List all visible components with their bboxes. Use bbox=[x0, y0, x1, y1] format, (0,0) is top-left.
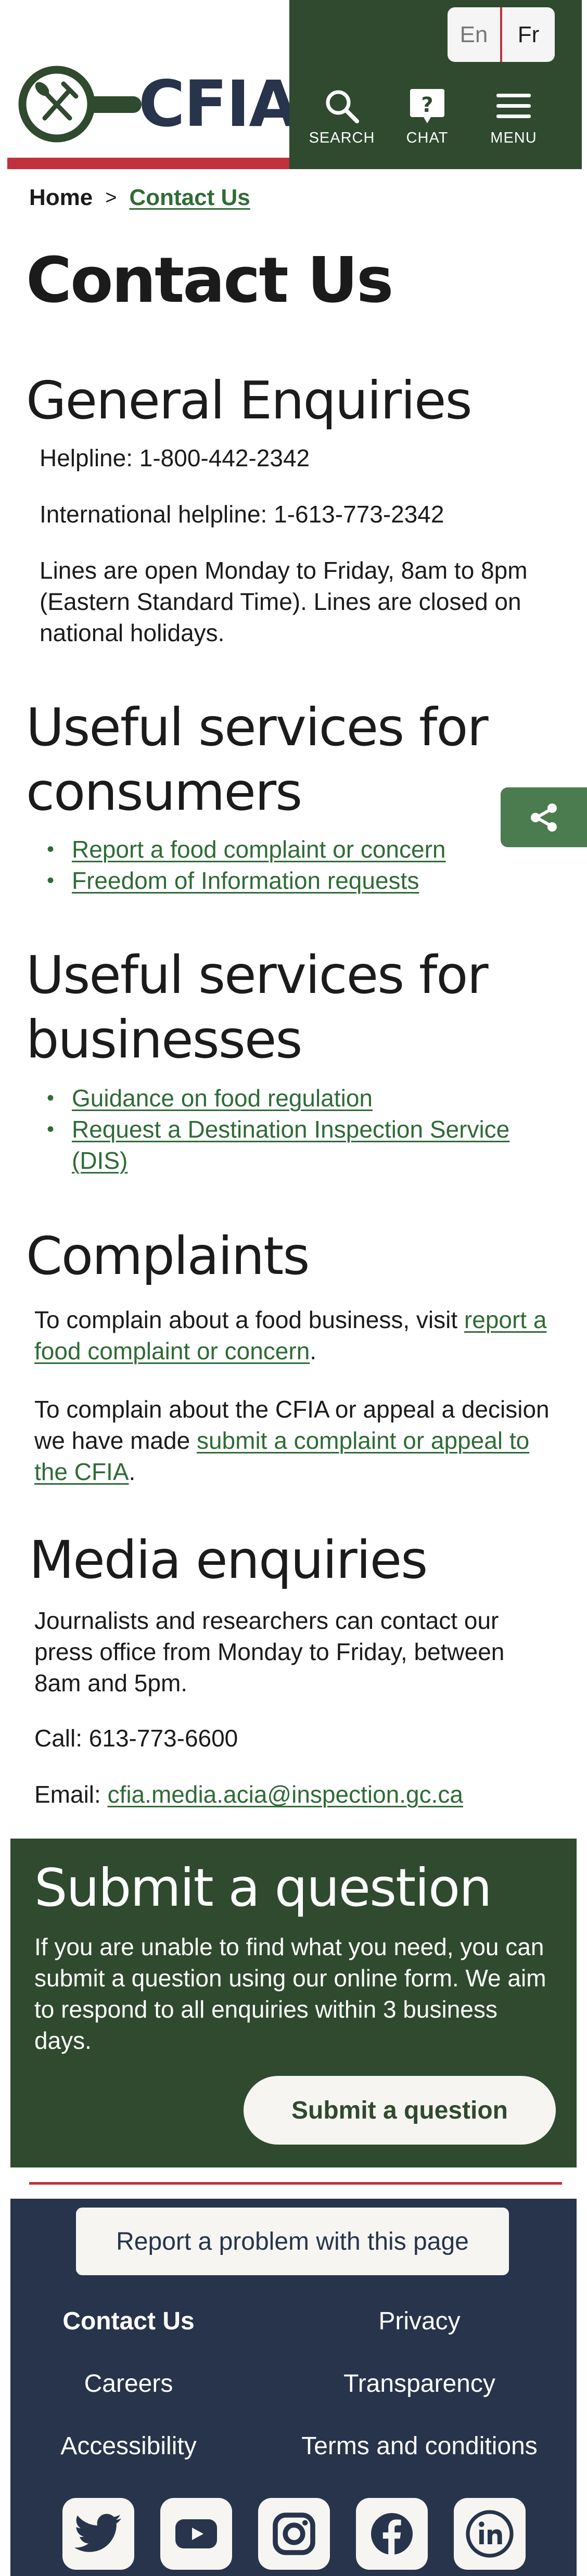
guidance-food-regulation-link[interactable]: Guidance on food regulation bbox=[72, 1085, 373, 1112]
complaints-end-1: . bbox=[310, 1337, 317, 1364]
list-item: Request a Destination Inspection Service… bbox=[26, 1114, 546, 1176]
twitter-icon bbox=[74, 2514, 121, 2552]
youtube-link[interactable] bbox=[160, 2498, 232, 2570]
complaints-food-business-text: To complain about a food business, visit… bbox=[34, 1304, 555, 1367]
chat-button[interactable]: ? CHAT bbox=[388, 86, 466, 147]
menu-label: MENU bbox=[490, 130, 537, 146]
facebook-link[interactable] bbox=[356, 2498, 428, 2570]
chat-question-icon: ? bbox=[388, 86, 466, 126]
media-email-text: Email: cfia.media.acia@inspection.gc.ca bbox=[34, 1779, 463, 1810]
menu-button[interactable]: MENU bbox=[475, 86, 553, 147]
header-logo-area: CFIA bbox=[0, 0, 298, 158]
footer-link-careers[interactable]: Careers bbox=[10, 2369, 247, 2398]
twitter-link[interactable] bbox=[62, 2498, 134, 2570]
breadcrumb: Home > Contact Us bbox=[29, 185, 250, 211]
report-food-complaint-link[interactable]: Report a food complaint or concern bbox=[72, 836, 446, 863]
media-email-link[interactable]: cfia.media.acia@inspection.gc.ca bbox=[108, 1781, 463, 1808]
hours-text: Lines are open Monday to Friday, 8am to … bbox=[40, 557, 528, 646]
international-helpline-text: International helpline: 1-613-773-2342 bbox=[40, 501, 444, 528]
instagram-link[interactable] bbox=[258, 2498, 330, 2570]
linkedin-link[interactable] bbox=[454, 2498, 526, 2570]
submit-question-panel: Submit a question If you are unable to f… bbox=[10, 1839, 577, 2167]
linkedin-icon bbox=[466, 2510, 514, 2558]
fork-knife-logo-icon bbox=[18, 66, 142, 143]
breadcrumb-separator: > bbox=[105, 186, 117, 209]
search-icon bbox=[303, 86, 381, 126]
search-label: SEARCH bbox=[309, 130, 375, 146]
report-problem-button[interactable]: Report a problem with this page bbox=[76, 2208, 509, 2275]
email-label: Email: bbox=[34, 1781, 108, 1808]
request-dis-link[interactable]: Request a Destination Inspection Service… bbox=[72, 1116, 509, 1174]
chat-label: CHAT bbox=[406, 130, 449, 146]
complaints-end-2: . bbox=[129, 1458, 136, 1485]
logo-wordmark: CFIA bbox=[138, 67, 298, 141]
svg-text:?: ? bbox=[421, 93, 433, 117]
complaints-cfia-text: To complain about the CFIA or appeal a d… bbox=[34, 1394, 555, 1487]
lang-fr-button[interactable]: Fr bbox=[502, 7, 555, 62]
footer-link-transparency[interactable]: Transparency bbox=[278, 2369, 561, 2398]
lang-en-button[interactable]: En bbox=[448, 7, 502, 62]
youtube-icon bbox=[175, 2519, 217, 2548]
footer-divider bbox=[29, 2182, 562, 2185]
site-footer: Report a problem with this page Contact … bbox=[10, 2199, 577, 2576]
hamburger-menu-icon bbox=[475, 86, 553, 126]
cfia-logo[interactable]: CFIA bbox=[18, 65, 298, 143]
submit-question-button[interactable]: Submit a question bbox=[244, 2076, 556, 2145]
share-icon bbox=[531, 803, 557, 832]
site-header: CFIA En Fr SEARCH ? CHAT MENU bbox=[0, 0, 587, 169]
businesses-links-list: Guidance on food regulation Request a De… bbox=[26, 1082, 546, 1176]
media-call-text: Call: 613-773-6600 bbox=[34, 1725, 238, 1752]
breadcrumb-current-link[interactable]: Contact Us bbox=[129, 185, 250, 211]
consumers-heading: Useful services for consumers bbox=[26, 697, 489, 822]
page-title: Contact Us bbox=[26, 245, 393, 317]
general-enquiries-heading: General Enquiries bbox=[26, 370, 473, 431]
media-text: Journalists and researchers can contact … bbox=[34, 1607, 505, 1697]
footer-link-privacy[interactable]: Privacy bbox=[278, 2307, 561, 2336]
submit-question-text: If you are unable to find what you need,… bbox=[34, 1933, 546, 2054]
language-toggle: En Fr bbox=[448, 7, 555, 62]
submit-question-heading: Submit a question bbox=[34, 1857, 492, 1918]
businesses-heading: Useful services for businesses bbox=[26, 945, 489, 1070]
breadcrumb-home-link[interactable]: Home bbox=[29, 185, 93, 211]
facebook-icon bbox=[371, 2513, 413, 2555]
list-item: Guidance on food regulation bbox=[26, 1082, 546, 1114]
footer-link-accessibility[interactable]: Accessibility bbox=[10, 2432, 247, 2460]
list-item: Freedom of Information requests bbox=[26, 865, 520, 896]
media-enquiries-heading: Media enquiries bbox=[29, 1529, 428, 1590]
complaints-heading: Complaints bbox=[26, 1226, 310, 1286]
footer-link-terms[interactable]: Terms and conditions bbox=[278, 2432, 561, 2460]
footer-link-contact-us[interactable]: Contact Us bbox=[10, 2307, 247, 2336]
foi-requests-link[interactable]: Freedom of Information requests bbox=[72, 867, 419, 894]
consumers-links-list: Report a food complaint or concern Freed… bbox=[26, 834, 520, 896]
helpline-text: Helpline: 1-800-442-2342 bbox=[40, 444, 310, 471]
list-item: Report a food complaint or concern bbox=[26, 834, 520, 865]
header-accent-bar bbox=[7, 158, 289, 169]
search-button[interactable]: SEARCH bbox=[303, 86, 381, 147]
share-button[interactable] bbox=[501, 787, 587, 847]
instagram-icon bbox=[273, 2513, 315, 2555]
complaints-text-1: To complain about a food business, visit bbox=[34, 1306, 464, 1333]
